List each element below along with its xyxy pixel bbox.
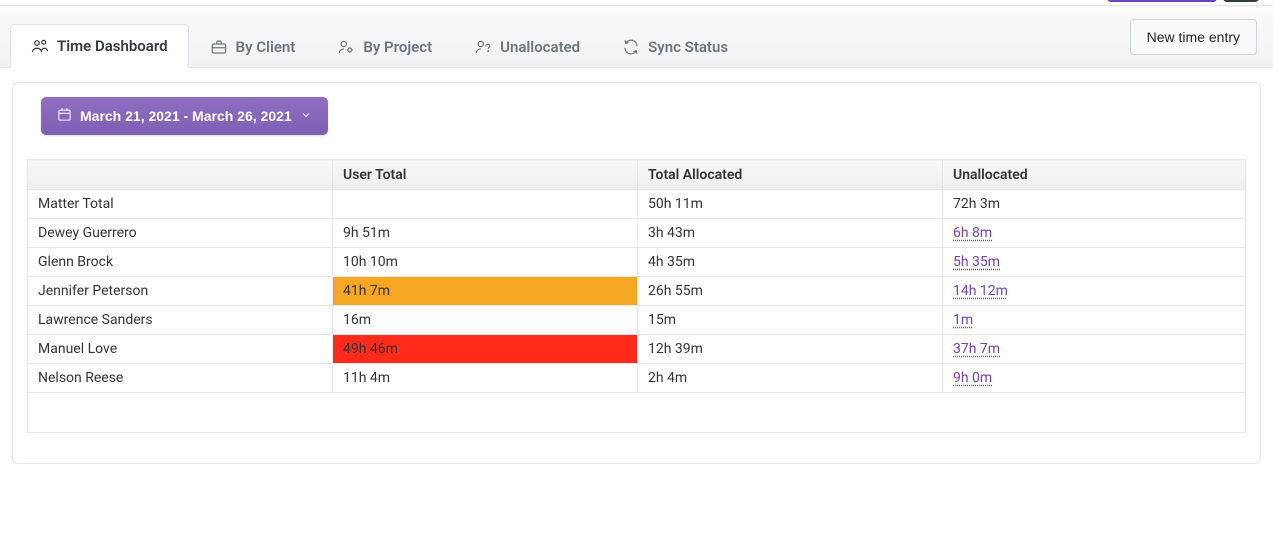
tabs-row: Time Dashboard By Client By Project Unalloc… [0, 6, 1273, 68]
unallocated-link[interactable]: 6h 8m [953, 225, 992, 241]
cell-name: Glenn Brock [28, 248, 333, 277]
unallocated-link[interactable]: 1m [953, 312, 973, 328]
tabs: Time Dashboard By Client By Project Unalloc… [10, 6, 749, 67]
col-name [28, 160, 333, 190]
cell-user-total [333, 190, 638, 219]
table-spacer-row [28, 393, 1246, 433]
cell-name: Matter Total [28, 190, 333, 219]
table-row: Nelson Reese11h 4m2h 4m 9h 0m [28, 364, 1246, 393]
cell-user-total: 10h 10m [333, 248, 638, 277]
cell-unallocated: 72h 3m [943, 190, 1246, 219]
cell-total-allocated: 2h 4m [638, 364, 943, 393]
tab-by-client[interactable]: By Client [189, 24, 317, 68]
cell-total-allocated: 4h 35m [638, 248, 943, 277]
cell-user-total: 41h 7m [333, 277, 638, 306]
cell-unallocated: 1m [943, 306, 1246, 335]
topbar-primary-button[interactable] [1107, 0, 1217, 2]
cell-user-total: 16m [333, 306, 638, 335]
unallocated-link[interactable]: 9h 0m [953, 370, 992, 386]
time-table: User Total Total Allocated Unallocated M… [27, 159, 1246, 433]
user-question-icon [474, 38, 492, 56]
content-card: March 21, 2021 - March 26, 2021 User Tot… [12, 82, 1261, 464]
cell-name: Dewey Guerrero [28, 219, 333, 248]
col-total-allocated: Total Allocated [638, 160, 943, 190]
briefcase-icon [210, 38, 228, 56]
cell-unallocated: 6h 8m [943, 219, 1246, 248]
date-range-picker[interactable]: March 21, 2021 - March 26, 2021 [41, 97, 328, 135]
tab-time-dashboard[interactable]: Time Dashboard [10, 24, 189, 68]
cell-unallocated: 14h 12m [943, 277, 1246, 306]
tab-label: Time Dashboard [57, 37, 168, 55]
refresh-icon [622, 38, 640, 56]
cell-name: Lawrence Sanders [28, 306, 333, 335]
top-bar [0, 0, 1273, 6]
tab-label: Sync Status [648, 38, 728, 56]
tab-by-project[interactable]: By Project [316, 24, 453, 68]
cell-name: Manuel Love [28, 335, 333, 364]
col-unallocated: Unallocated [943, 160, 1246, 190]
tab-unallocated[interactable]: Unallocated [453, 24, 601, 68]
table-row: Dewey Guerrero9h 51m3h 43m 6h 8m [28, 219, 1246, 248]
unallocated-link[interactable]: 37h 7m [953, 341, 1000, 357]
table-row: Manuel Love49h 46m12h 39m 37h 7m [28, 335, 1246, 364]
table-row: Lawrence Sanders16m15m 1m [28, 306, 1246, 335]
tab-sync-status[interactable]: Sync Status [601, 24, 749, 68]
tab-label: Unallocated [500, 38, 580, 56]
cell-total-allocated: 15m [638, 306, 943, 335]
cell-unallocated: 9h 0m [943, 364, 1246, 393]
cell-total-allocated: 26h 55m [638, 277, 943, 306]
cell-user-total: 49h 46m [333, 335, 638, 364]
cell-total-allocated: 12h 39m [638, 335, 943, 364]
tab-label: By Project [363, 38, 432, 56]
spacer-cell [28, 393, 1246, 433]
table-header-row: User Total Total Allocated Unallocated [28, 160, 1246, 190]
users-icon [31, 37, 49, 55]
chevron-down-icon [300, 108, 312, 124]
calendar-icon [57, 107, 72, 125]
cell-unallocated: 37h 7m [943, 335, 1246, 364]
cell-name: Nelson Reese [28, 364, 333, 393]
cell-total-allocated: 3h 43m [638, 219, 943, 248]
cell-unallocated: 5h 35m [943, 248, 1246, 277]
user-gear-icon [337, 38, 355, 56]
table-row: Glenn Brock10h 10m4h 35m 5h 35m [28, 248, 1246, 277]
topbar-secondary-button[interactable] [1223, 0, 1259, 2]
cell-total-allocated: 50h 11m [638, 190, 943, 219]
table-row: Matter Total 50h 11m72h 3m [28, 190, 1246, 219]
table-row: Jennifer Peterson41h 7m26h 55m 14h 12m [28, 277, 1246, 306]
cell-user-total: 11h 4m [333, 364, 638, 393]
unallocated-link[interactable]: 14h 12m [953, 283, 1008, 299]
cell-name: Jennifer Peterson [28, 277, 333, 306]
date-range-label: March 21, 2021 - March 26, 2021 [80, 108, 292, 124]
tab-label: By Client [236, 38, 296, 56]
col-user-total: User Total [333, 160, 638, 190]
cell-user-total: 9h 51m [333, 219, 638, 248]
new-time-entry-button[interactable]: New time entry [1130, 19, 1257, 55]
unallocated-link[interactable]: 5h 35m [953, 254, 1000, 270]
